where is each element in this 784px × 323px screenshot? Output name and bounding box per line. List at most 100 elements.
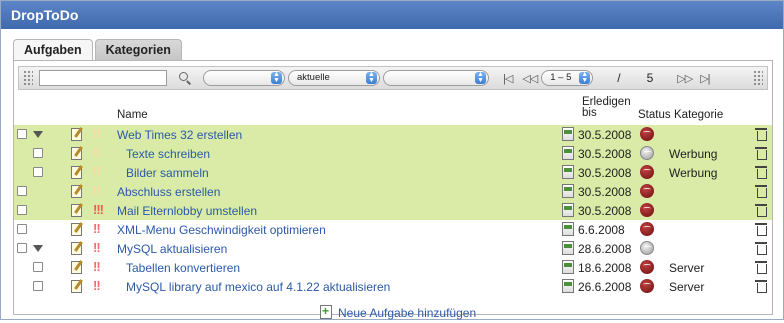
table-row[interactable]: !! Bilder sammeln 30.5.2008 Werbung [14,163,772,182]
column-header-name[interactable]: Name [117,109,148,121]
task-name-link[interactable]: Bilder sammeln [126,166,209,180]
page-range-value: 1 – 5 [550,72,572,83]
task-checkbox[interactable] [33,262,43,272]
status-icon[interactable] [640,241,654,255]
delete-trash-icon[interactable] [755,279,767,293]
status-icon[interactable] [640,203,654,217]
edit-icon[interactable] [71,204,82,217]
status-icon[interactable] [640,279,654,293]
delete-trash-icon[interactable] [755,165,767,179]
category-label: Werbung [669,166,718,180]
select-arrows-icon: ▲ ▼ [579,71,591,84]
expand-arrow-icon[interactable] [33,131,43,138]
filter-select-2[interactable]: aktuelle ▲ ▼ [288,70,380,86]
delete-trash-icon[interactable] [755,222,767,236]
previous-page-button[interactable]: ◁◁ [522,72,538,85]
edit-icon[interactable] [71,242,82,255]
tab-kategorien[interactable]: Kategorien [94,39,182,61]
edit-icon[interactable] [71,223,82,236]
task-checkbox[interactable] [17,129,27,139]
calendar-icon[interactable] [562,127,574,141]
task-name-link[interactable]: MySQL library auf mexico auf 4.1.22 aktu… [126,280,390,294]
delete-trash-icon[interactable] [755,184,767,198]
total-count: 5 [646,71,654,85]
expand-arrow-icon[interactable] [33,245,43,252]
due-date: 28.6.2008 [578,242,632,256]
edit-icon[interactable] [71,147,82,160]
table-row[interactable]: !! MySQL library auf mexico auf 4.1.22 ak… [14,277,772,296]
calendar-icon[interactable] [562,241,574,255]
edit-icon[interactable] [71,128,82,141]
table-row[interactable]: !!! Mail Elternlobby umstellen 30.5.2008 [14,201,772,220]
delete-trash-icon[interactable] [755,127,767,141]
status-icon[interactable] [640,222,654,236]
category-label: Server [669,261,705,275]
tab-aufgaben[interactable]: Aufgaben [13,39,93,61]
priority-indicator: !! [93,164,101,179]
task-name-link[interactable]: Tabellen konvertieren [126,261,240,275]
table-row[interactable]: !! Abschluss erstellen 30.5.2008 [14,182,772,201]
task-checkbox[interactable] [33,281,43,291]
delete-trash-icon[interactable] [755,146,767,160]
calendar-icon[interactable] [562,260,574,274]
edit-icon[interactable] [71,185,82,198]
status-icon[interactable] [640,260,654,274]
due-date: 6.6.2008 [578,223,625,237]
priority-indicator: !! [93,221,101,236]
task-name-link[interactable]: MySQL aktualisieren [117,242,227,256]
status-icon[interactable] [640,184,654,198]
table-row[interactable]: !! Texte schreiben 30.5.2008 Werbung [14,144,772,163]
task-name-link[interactable]: Web Times 32 erstellen [117,128,242,142]
column-header-status[interactable]: Status [638,109,671,121]
priority-indicator: !! [93,183,101,198]
filter-select-3[interactable]: ▲ ▼ [383,70,489,86]
filter-select-1[interactable]: ▲ ▼ [203,70,285,86]
priority-indicator: !! [93,126,101,141]
app-title: DropToDo [1,1,783,29]
calendar-icon[interactable] [562,184,574,198]
task-name-link[interactable]: XML-Menu Geschwindigkeit optimieren [117,223,326,237]
calendar-icon[interactable] [562,146,574,160]
status-icon[interactable] [640,165,654,179]
toolbar-grip-icon[interactable] [23,70,33,86]
task-name-link[interactable]: Mail Elternlobby umstellen [117,204,257,218]
task-checkbox[interactable] [17,243,27,253]
add-task-icon[interactable] [320,304,332,319]
delete-trash-icon[interactable] [755,203,767,217]
toolbar-grip-icon[interactable] [753,70,763,86]
select-arrows-icon: ▲ ▼ [271,71,282,84]
status-icon[interactable] [640,127,654,141]
column-header-due[interactable]: Erledigen bis [582,96,631,119]
table-row[interactable]: !! Web Times 32 erstellen 30.5.2008 [14,125,772,144]
calendar-icon[interactable] [562,165,574,179]
edit-icon[interactable] [71,280,82,293]
table-row[interactable]: !! MySQL aktualisieren 28.6.2008 [14,239,772,258]
edit-icon[interactable] [71,166,82,179]
task-checkbox[interactable] [33,148,43,158]
delete-trash-icon[interactable] [755,260,767,274]
last-page-button[interactable]: ▷| [700,72,710,85]
column-header-category[interactable]: Kategorie [674,109,723,121]
task-checkbox[interactable] [33,167,43,177]
search-input[interactable] [39,70,167,86]
task-checkbox[interactable] [17,205,27,215]
category-label: Werbung [669,147,718,161]
calendar-icon[interactable] [562,203,574,217]
task-name-link[interactable]: Texte schreiben [126,147,210,161]
table-row[interactable]: !! Tabellen konvertieren 18.6.2008 Server [14,258,772,277]
edit-icon[interactable] [71,261,82,274]
table-row[interactable]: !! XML-Menu Geschwindigkeit optimieren 6.6… [14,220,772,239]
first-page-button[interactable]: |◁ [503,72,513,85]
search-icon[interactable] [179,72,191,84]
page-range-select[interactable]: 1 – 5 ▲ ▼ [541,70,594,86]
delete-trash-icon[interactable] [755,241,767,255]
calendar-icon[interactable] [562,222,574,236]
task-name-link[interactable]: Abschluss erstellen [117,185,220,199]
add-task-link[interactable]: Neue Aufgabe hinzufügen [338,306,476,320]
task-rows: !! Web Times 32 erstellen 30.5.2008!! Texte… [14,125,772,296]
status-icon[interactable] [640,146,654,160]
task-checkbox[interactable] [17,224,27,234]
next-page-button[interactable]: ▷▷ [677,72,693,85]
calendar-icon[interactable] [562,279,574,293]
task-checkbox[interactable] [17,186,27,196]
